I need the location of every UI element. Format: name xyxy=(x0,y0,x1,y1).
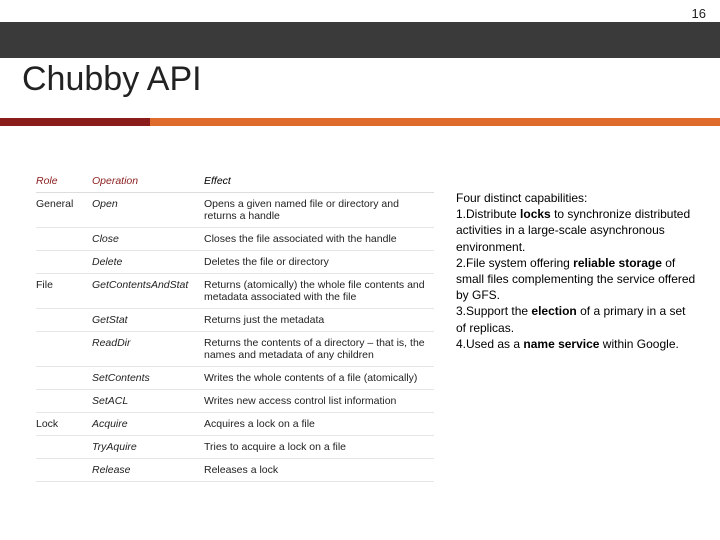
table-row: ReadDirReturns the contents of a directo… xyxy=(36,332,434,367)
cap-bold: election xyxy=(531,304,576,318)
cap-pre: Support the xyxy=(466,304,531,318)
th-operation: Operation xyxy=(92,170,204,193)
cell-operation: GetStat xyxy=(92,309,204,332)
api-table: Role Operation Effect GeneralOpenOpens a… xyxy=(36,170,434,482)
cell-effect: Deletes the file or directory xyxy=(204,251,434,274)
capabilities-heading: Four distinct capabilities: xyxy=(456,190,698,206)
cap-number: 4. xyxy=(456,337,466,351)
cell-effect: Returns the contents of a directory – th… xyxy=(204,332,434,367)
capability-item: 3.Support the election of a primary in a… xyxy=(456,303,698,335)
header-dark-band xyxy=(0,22,720,58)
cell-effect: Opens a given named file or directory an… xyxy=(204,193,434,228)
table-row: GetStatReturns just the metadata xyxy=(36,309,434,332)
table-header-row: Role Operation Effect xyxy=(36,170,434,193)
table-row: SetContentsWrites the whole contents of … xyxy=(36,367,434,390)
th-role: Role xyxy=(36,170,92,193)
table-row: DeleteDeletes the file or directory xyxy=(36,251,434,274)
cell-role: General xyxy=(36,193,92,228)
cap-number: 2. xyxy=(456,256,466,270)
cell-role xyxy=(36,309,92,332)
cell-role xyxy=(36,459,92,482)
table-row: TryAquireTries to acquire a lock on a fi… xyxy=(36,436,434,459)
cell-operation: SetContents xyxy=(92,367,204,390)
cell-role xyxy=(36,251,92,274)
cell-effect: Releases a lock xyxy=(204,459,434,482)
cap-post: within Google. xyxy=(599,337,678,351)
cell-operation: Open xyxy=(92,193,204,228)
table-row: SetACLWrites new access control list inf… xyxy=(36,390,434,413)
capability-item: 1.Distribute locks to synchronize distri… xyxy=(456,206,698,255)
cell-role xyxy=(36,367,92,390)
table-row: GeneralOpenOpens a given named file or d… xyxy=(36,193,434,228)
cell-role xyxy=(36,436,92,459)
cell-operation: Release xyxy=(92,459,204,482)
capabilities-block: Four distinct capabilities: 1.Distribute… xyxy=(456,190,698,352)
cell-operation: SetACL xyxy=(92,390,204,413)
capabilities-list: 1.Distribute locks to synchronize distri… xyxy=(456,206,698,352)
table-row: LockAcquireAcquires a lock on a file xyxy=(36,413,434,436)
cell-role: Lock xyxy=(36,413,92,436)
api-table-body: GeneralOpenOpens a given named file or d… xyxy=(36,193,434,482)
cell-effect: Tries to acquire a lock on a file xyxy=(204,436,434,459)
th-effect: Effect xyxy=(204,170,434,193)
capability-item: 2.File system offering reliable storage … xyxy=(456,255,698,304)
cell-operation: GetContentsAndStat xyxy=(92,274,204,309)
cell-effect: Writes new access control list informati… xyxy=(204,390,434,413)
capability-item: 4.Used as a name service within Google. xyxy=(456,336,698,352)
cell-operation: Close xyxy=(92,228,204,251)
page-number: 16 xyxy=(692,6,706,21)
cap-bold: name service xyxy=(523,337,599,351)
accent-stripe-left xyxy=(0,118,150,126)
cell-operation: TryAquire xyxy=(92,436,204,459)
cell-role: File xyxy=(36,274,92,309)
table-row: ReleaseReleases a lock xyxy=(36,459,434,482)
cap-pre: File system offering xyxy=(466,256,573,270)
cap-number: 3. xyxy=(456,304,466,318)
page-title: Chubby API xyxy=(22,60,202,99)
cap-bold: locks xyxy=(520,207,551,221)
cell-effect: Returns just the metadata xyxy=(204,309,434,332)
cap-pre: Used as a xyxy=(466,337,523,351)
cell-role xyxy=(36,332,92,367)
cap-bold: reliable storage xyxy=(573,256,662,270)
cap-pre: Distribute xyxy=(466,207,520,221)
cell-effect: Acquires a lock on a file xyxy=(204,413,434,436)
accent-stripe-right xyxy=(150,118,720,126)
cell-role xyxy=(36,228,92,251)
slide: 16 Chubby API Role Operation Effect Gene… xyxy=(0,0,720,540)
cap-number: 1. xyxy=(456,207,466,221)
cell-role xyxy=(36,390,92,413)
cell-operation: ReadDir xyxy=(92,332,204,367)
cell-effect: Closes the file associated with the hand… xyxy=(204,228,434,251)
table-row: FileGetContentsAndStatReturns (atomicall… xyxy=(36,274,434,309)
cell-effect: Writes the whole contents of a file (ato… xyxy=(204,367,434,390)
cell-operation: Acquire xyxy=(92,413,204,436)
accent-stripe xyxy=(0,118,720,126)
cell-operation: Delete xyxy=(92,251,204,274)
cell-effect: Returns (atomically) the whole file cont… xyxy=(204,274,434,309)
table-row: CloseCloses the file associated with the… xyxy=(36,228,434,251)
